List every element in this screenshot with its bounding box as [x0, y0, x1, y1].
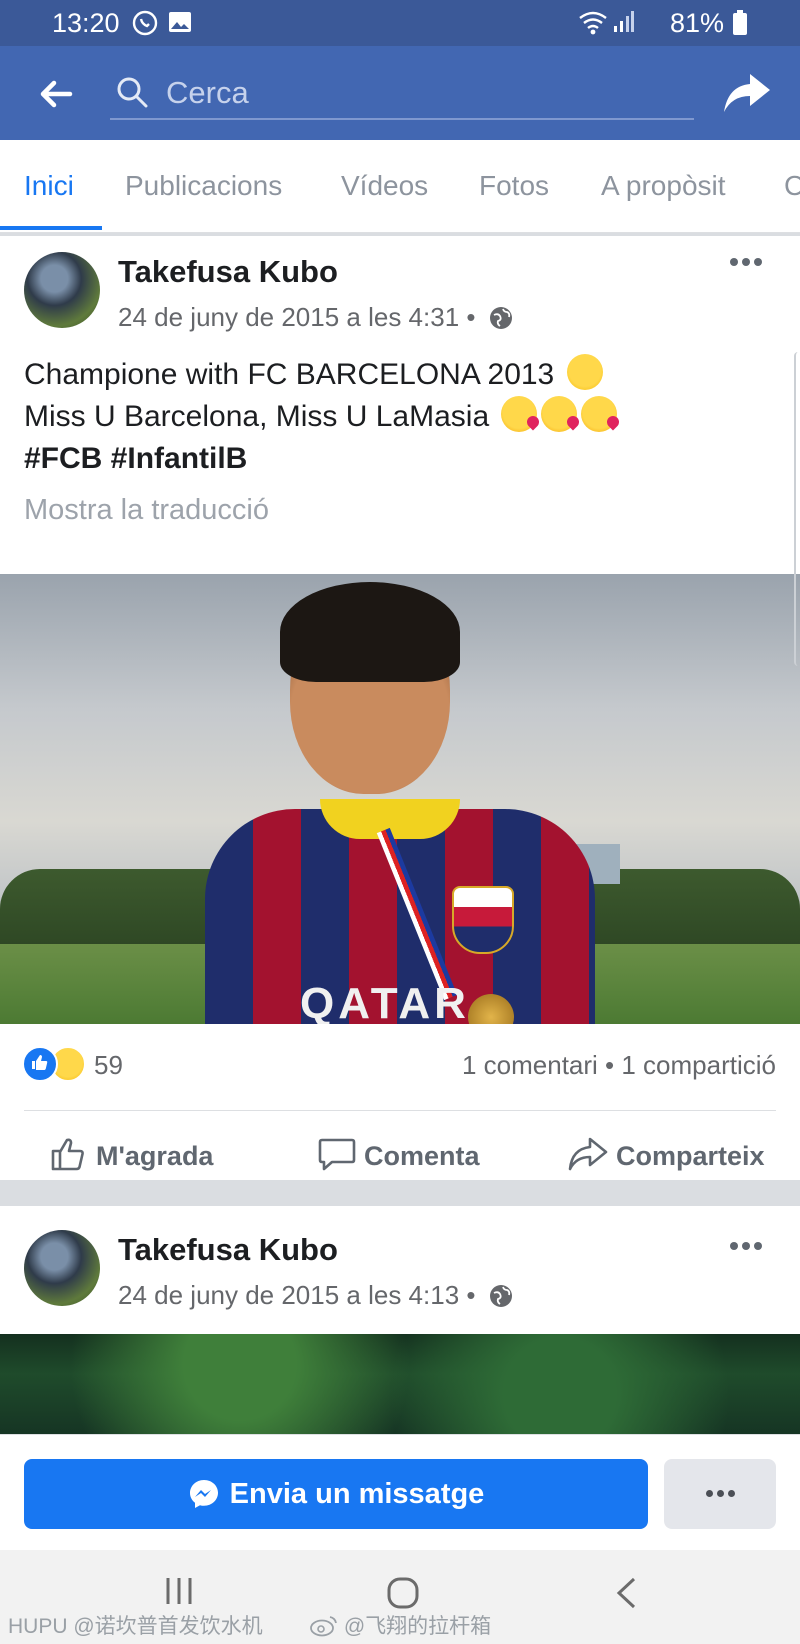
- more-dot-icon: [706, 1490, 713, 1497]
- send-message-button[interactable]: Envia un missatge: [24, 1459, 648, 1529]
- post-card: Takefusa Kubo 24 de juny de 2015 a les 4…: [0, 1206, 800, 1434]
- system-nav-bar: HUPU @诺坎普首发饮水机 @飞翔的拉杆箱: [0, 1550, 800, 1644]
- kiss-emoji-icon: [541, 396, 578, 432]
- battery-percent: 81%: [670, 8, 725, 38]
- system-back-button[interactable]: [614, 1576, 638, 1615]
- back-arrow-icon: [40, 80, 73, 108]
- chevron-left-icon: [616, 1577, 636, 1609]
- share-page-button[interactable]: [722, 70, 772, 116]
- post-hashtags[interactable]: #FCB #InfantilB: [24, 438, 764, 480]
- watermark-left: HUPU @诺坎普首发饮水机: [8, 1615, 263, 1638]
- page-tabs: Inici Publicacions Vídeos Fotos A propòs…: [0, 140, 800, 233]
- thumbs-up-icon: [51, 1138, 84, 1171]
- search-header: [0, 46, 800, 140]
- recent-apps-icon: [166, 1578, 192, 1604]
- post-text: Champione with FC BARCELONA 2013 Miss U …: [24, 354, 764, 480]
- share-icon: [568, 1137, 608, 1171]
- status-time: 13:20: [52, 8, 120, 38]
- share-button[interactable]: Comparteix: [568, 1135, 765, 1173]
- post-author[interactable]: Takefusa Kubo: [118, 1232, 338, 1268]
- globe-icon: [489, 307, 512, 329]
- post-date: 24 de juny de 2015 a les 4:31 •: [118, 302, 476, 332]
- wifi-icon: [578, 10, 608, 41]
- back-button[interactable]: [36, 74, 76, 114]
- comment-icon: [318, 1138, 356, 1171]
- post-photo[interactable]: QATAR: [0, 574, 800, 1024]
- post-options-button[interactable]: [728, 252, 768, 272]
- avatar[interactable]: [24, 252, 100, 328]
- globe-icon: [489, 1285, 512, 1307]
- tab-a-proposit[interactable]: A propòsit: [601, 170, 726, 202]
- search-icon: [116, 76, 148, 113]
- home-icon: [387, 1577, 419, 1609]
- recent-apps-button[interactable]: [164, 1576, 194, 1611]
- message-bar: Envia un missatge: [0, 1434, 800, 1551]
- weibo-icon: [310, 1616, 337, 1637]
- reactions-summary[interactable]: 59 1 comentari • 1 compartició: [0, 1024, 800, 1110]
- post-timestamp[interactable]: 24 de juny de 2015 a les 4:13 •: [118, 1280, 513, 1311]
- comment-button[interactable]: Comenta: [318, 1135, 480, 1173]
- battery-icon: [732, 10, 748, 41]
- post-photo[interactable]: [0, 1334, 800, 1434]
- more-options-button[interactable]: [664, 1459, 776, 1529]
- more-dot-icon: [730, 1242, 738, 1250]
- signal-icon: [612, 10, 634, 39]
- post-author[interactable]: Takefusa Kubo: [118, 254, 338, 290]
- status-bar: 13:20 81%: [0, 0, 800, 46]
- kiss-emoji-icon: [581, 396, 618, 432]
- kiss-emoji-icon: [501, 396, 538, 432]
- post-actions: M'agrada Comenta Comparteix: [0, 1111, 800, 1201]
- avatar[interactable]: [24, 1230, 100, 1306]
- smile-emoji-icon: [566, 354, 603, 390]
- tab-publicacions[interactable]: Publicacions: [125, 170, 282, 202]
- tab-videos[interactable]: Vídeos: [341, 170, 428, 202]
- tab-inici[interactable]: Inici: [24, 170, 74, 202]
- post-date: 24 de juny de 2015 a les 4:13 •: [118, 1280, 476, 1310]
- scroll-indicator: [794, 352, 800, 666]
- tab-more[interactable]: C: [784, 170, 800, 202]
- like-reaction-icon: [22, 1046, 58, 1082]
- post-timestamp[interactable]: 24 de juny de 2015 a les 4:31 •: [118, 302, 513, 333]
- whatsapp-icon: [132, 10, 158, 41]
- reaction-count: 59: [94, 1050, 123, 1080]
- comments-shares-count[interactable]: 1 comentari • 1 compartició: [462, 1050, 776, 1081]
- tab-fotos[interactable]: Fotos: [479, 170, 549, 202]
- gallery-icon: [168, 10, 192, 39]
- post-card: Takefusa Kubo 24 de juny de 2015 a les 4…: [0, 236, 800, 1180]
- see-translation-link[interactable]: Mostra la traducció: [24, 494, 269, 527]
- active-tab-indicator: [0, 226, 102, 230]
- share-arrow-icon: [724, 74, 770, 112]
- search-input[interactable]: [164, 72, 688, 114]
- post-options-button[interactable]: [728, 1236, 768, 1256]
- more-dot-icon: [730, 258, 738, 266]
- shirt-sponsor-text: QATAR: [300, 979, 470, 1024]
- barcelona-crest: [452, 886, 514, 954]
- search-field[interactable]: [110, 68, 694, 120]
- like-button[interactable]: M'agrada: [50, 1135, 213, 1173]
- messenger-icon: [189, 1480, 218, 1508]
- watermark-center: @飞翔的拉杆箱: [310, 1610, 491, 1640]
